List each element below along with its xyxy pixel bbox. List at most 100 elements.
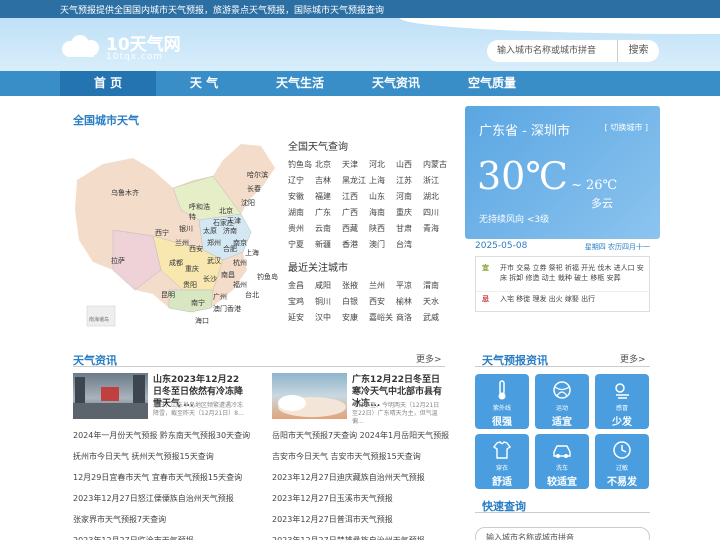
map-label-yinchuan[interactable]: 银川 xyxy=(179,224,193,234)
focus-city-link[interactable]: 张掖 xyxy=(342,280,369,291)
map-label-nanjing[interactable]: 南京 xyxy=(233,238,247,248)
map-label-nanning[interactable]: 南宁 xyxy=(191,298,205,308)
city-link[interactable]: 江西 xyxy=(342,191,369,202)
focus-city-link[interactable]: 金昌 xyxy=(288,280,315,291)
focus-city-link[interactable]: 平凉 xyxy=(396,280,423,291)
news-list-item[interactable]: 2023年12月27日怒江傈僳族自治州天气预报 xyxy=(73,488,250,509)
map-label-nanchang[interactable]: 南昌 xyxy=(221,270,235,280)
search-button[interactable]: 搜索 xyxy=(617,40,659,62)
focus-city-link[interactable]: 嘉峪关 xyxy=(369,312,396,323)
city-link[interactable]: 上海 xyxy=(369,175,396,186)
map-label-changchun[interactable]: 长春 xyxy=(247,184,261,194)
life-tile-4[interactable]: 洗车 较适宜 xyxy=(535,434,589,489)
map-label-kunming[interactable]: 昆明 xyxy=(161,290,175,300)
city-link[interactable]: 浙江 xyxy=(423,175,450,186)
news-list-item[interactable]: 岳阳市天气预报7天查询 2024年1月岳阳天气预报 xyxy=(272,425,449,446)
city-link[interactable]: 海南 xyxy=(369,207,396,218)
city-link[interactable]: 宁夏 xyxy=(288,239,315,250)
city-link[interactable]: 山西 xyxy=(396,159,423,170)
city-link[interactable]: 河南 xyxy=(396,191,423,202)
focus-city-link[interactable]: 西安 xyxy=(369,296,396,307)
news-image-2[interactable] xyxy=(272,373,347,419)
news-list-item[interactable]: 2024年一月份天气预报 黔东南天气预报30天查询 xyxy=(73,425,250,446)
map-label-hohhot[interactable]: 呼和浩特 xyxy=(189,202,213,222)
city-link[interactable]: 台湾 xyxy=(396,239,423,250)
city-link[interactable]: 澳门 xyxy=(369,239,396,250)
life-tile-0[interactable]: 紫外线 很强 xyxy=(475,374,529,429)
city-link[interactable]: 湖南 xyxy=(288,207,315,218)
news-list-item[interactable]: 2023年12月27日临沧市天气预报 xyxy=(73,530,250,540)
city-link[interactable]: 西藏 xyxy=(342,223,369,234)
map-label-jinan[interactable]: 济南 xyxy=(223,226,237,236)
news-list-item[interactable]: 2023年12月27日普洱市天气预报 xyxy=(272,509,449,530)
focus-city-link[interactable]: 延安 xyxy=(288,312,315,323)
focus-city-link[interactable]: 天水 xyxy=(423,296,450,307)
city-link[interactable]: 甘肃 xyxy=(396,223,423,234)
focus-city-link[interactable]: 商洛 xyxy=(396,312,423,323)
news-more-link[interactable]: 更多> xyxy=(416,352,442,365)
news-list-item[interactable]: 抚州市今日天气 抚州天气预报15天查询 xyxy=(73,446,250,467)
map-label-harbin[interactable]: 哈尔滨 xyxy=(247,170,268,180)
focus-city-link[interactable]: 安康 xyxy=(342,312,369,323)
news-list-item[interactable]: 2023年12月27日玉溪市天气预报 xyxy=(272,488,449,509)
news-list-item[interactable]: 2023年12月27日迪庆藏族自治州天气预报 xyxy=(272,467,449,488)
city-link[interactable]: 钓鱼岛 xyxy=(288,159,315,170)
map-label-xian[interactable]: 西安 xyxy=(189,244,203,254)
city-link[interactable]: 山东 xyxy=(369,191,396,202)
quick-search-input[interactable] xyxy=(486,530,616,540)
city-link[interactable]: 内蒙古 xyxy=(423,159,450,170)
city-link[interactable]: 辽宁 xyxy=(288,175,315,186)
switch-city-link[interactable]: [ 切换城市 ] xyxy=(605,122,648,133)
life-tile-3[interactable]: 穿衣 舒适 xyxy=(475,434,529,489)
map-label-haikou[interactable]: 海口 xyxy=(195,316,209,326)
map-label-macau[interactable]: 澳门 xyxy=(213,304,227,314)
focus-city-link[interactable]: 兰州 xyxy=(369,280,396,291)
map-label-xining[interactable]: 西宁 xyxy=(155,228,169,238)
city-link[interactable]: 四川 xyxy=(423,207,450,218)
map-label-diaoyudao[interactable]: 钓鱼岛 xyxy=(257,272,278,282)
city-link[interactable]: 福建 xyxy=(315,191,342,202)
city-link[interactable]: 青海 xyxy=(423,223,450,234)
city-link[interactable]: 广西 xyxy=(342,207,369,218)
map-label-changsha[interactable]: 长沙 xyxy=(203,274,217,284)
city-link[interactable]: 贵州 xyxy=(288,223,315,234)
city-link[interactable]: 云南 xyxy=(315,223,342,234)
map-label-beijing[interactable]: 北京 xyxy=(219,206,233,216)
search-input[interactable] xyxy=(497,43,617,59)
focus-city-link[interactable]: 宝鸡 xyxy=(288,296,315,307)
map-label-guiyang[interactable]: 贵阳 xyxy=(183,280,197,290)
city-link[interactable]: 重庆 xyxy=(396,207,423,218)
map-label-hangzhou[interactable]: 杭州 xyxy=(233,258,247,268)
city-link[interactable]: 江苏 xyxy=(396,175,423,186)
map-label-lanzhou[interactable]: 兰州 xyxy=(175,238,189,248)
news-image-1[interactable] xyxy=(73,373,148,419)
map-label-urumqi[interactable]: 乌鲁木齐 xyxy=(111,188,141,198)
map-label-guangzhou[interactable]: 广州 xyxy=(213,292,227,302)
city-link[interactable]: 安徽 xyxy=(288,191,315,202)
city-link[interactable]: 香港 xyxy=(342,239,369,250)
news-list-item[interactable]: 2023年12月27日楚雄彝族自治州天气预报 xyxy=(272,530,449,540)
news-list-item[interactable]: 张家界市天气预报7天查询 xyxy=(73,509,250,530)
map-label-taipei[interactable]: 台北 xyxy=(245,290,259,300)
news-list-item[interactable]: 吉安市今日天气 吉安市天气预报15天查询 xyxy=(272,446,449,467)
focus-city-link[interactable]: 渭南 xyxy=(423,280,450,291)
focus-city-link[interactable]: 咸阳 xyxy=(315,280,342,291)
news-list-item[interactable]: 12月29日宜春市天气 宜春市天气预报15天查询 xyxy=(73,467,250,488)
map-label-fuzhou[interactable]: 福州 xyxy=(233,280,247,290)
focus-city-link[interactable]: 榆林 xyxy=(396,296,423,307)
nav-news[interactable]: 天气资讯 xyxy=(348,71,444,96)
map-label-lhasa[interactable]: 拉萨 xyxy=(111,256,125,266)
map-label-wuhan[interactable]: 武汉 xyxy=(207,256,221,266)
city-link[interactable]: 吉林 xyxy=(315,175,342,186)
city-link[interactable]: 黑龙江 xyxy=(342,175,369,186)
city-link[interactable]: 湖北 xyxy=(423,191,450,202)
map-label-shenyang[interactable]: 沈阳 xyxy=(241,198,255,208)
life-tile-2[interactable]: 感冒 少发 xyxy=(595,374,649,429)
city-link[interactable]: 广东 xyxy=(315,207,342,218)
city-link[interactable]: 新疆 xyxy=(315,239,342,250)
focus-city-link[interactable]: 白银 xyxy=(342,296,369,307)
focus-city-link[interactable]: 铜川 xyxy=(315,296,342,307)
city-link[interactable]: 天津 xyxy=(342,159,369,170)
china-map[interactable]: 乌鲁木齐 哈尔滨 长春 呼和浩特 沈阳 北京 天津 银川 太原 石家庄 西宁 兰… xyxy=(73,140,285,328)
map-label-chongqing[interactable]: 重庆 xyxy=(185,264,199,274)
